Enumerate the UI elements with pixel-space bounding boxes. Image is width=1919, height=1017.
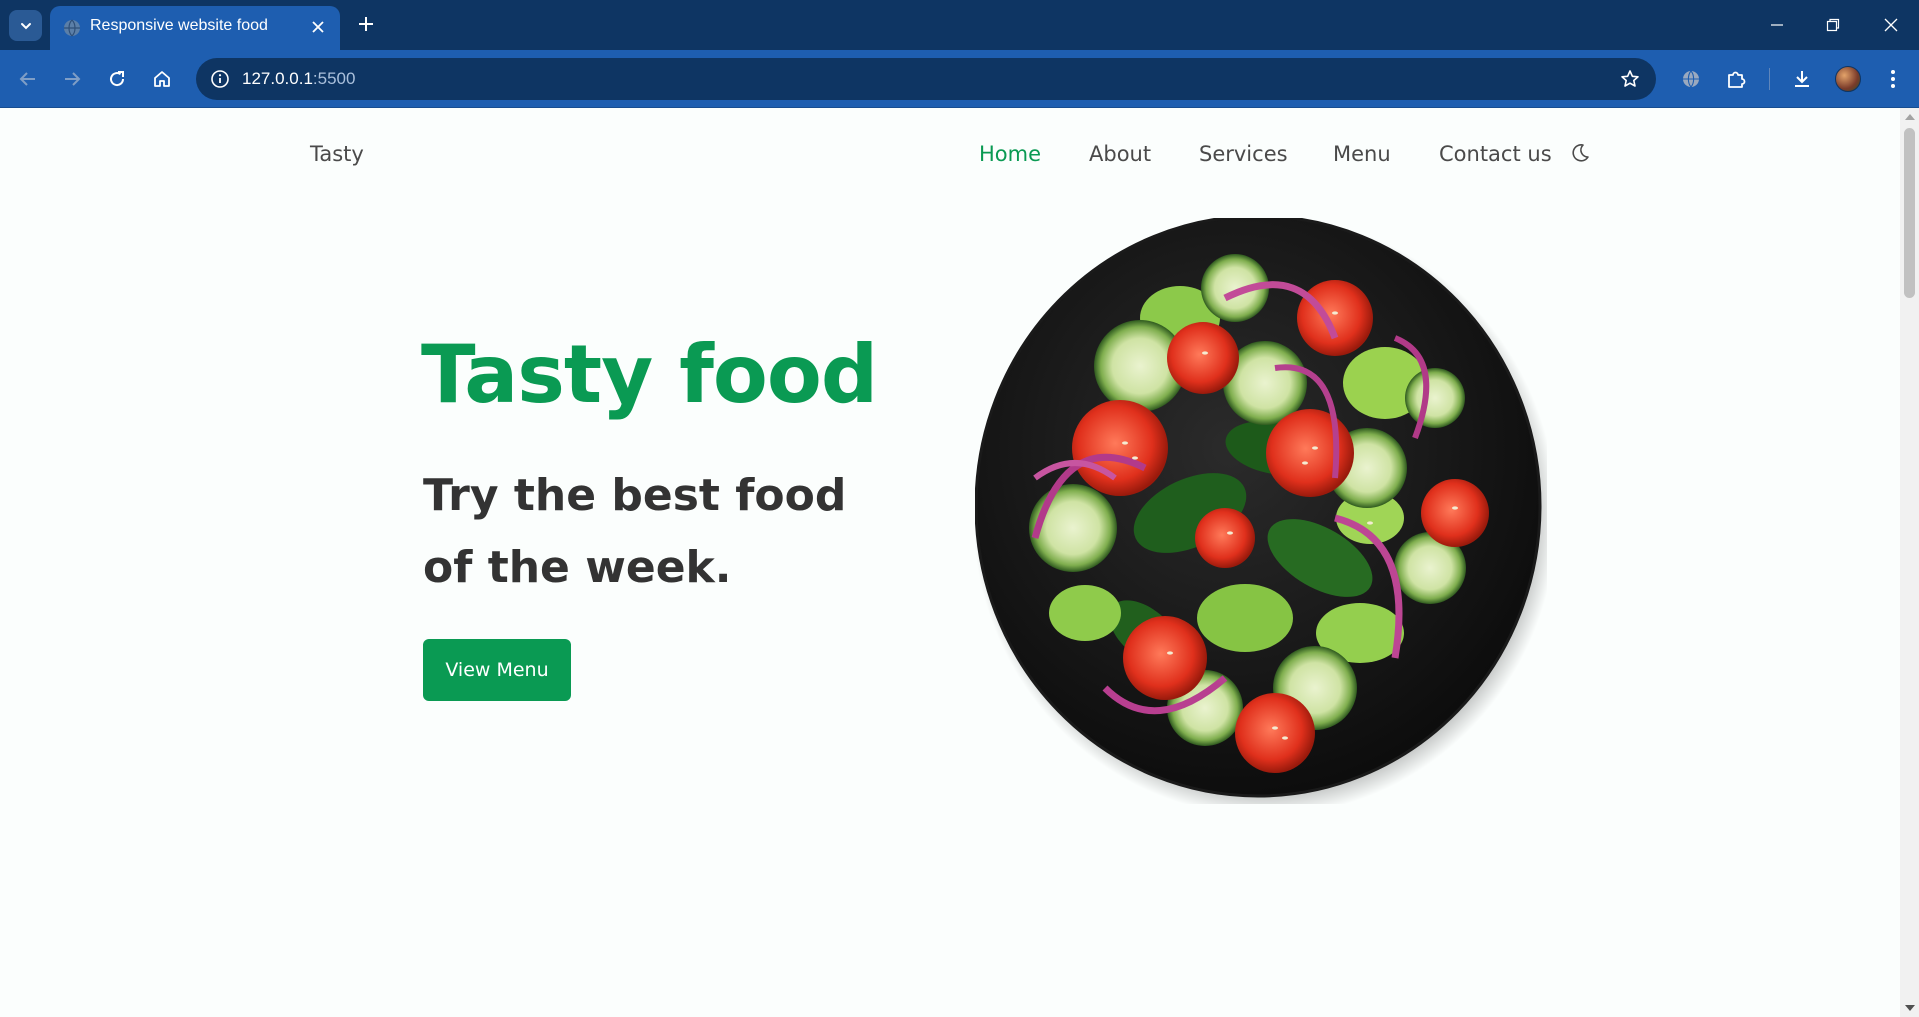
nav-home[interactable]: Home: [979, 142, 1041, 166]
view-menu-button[interactable]: View Menu: [423, 639, 571, 701]
chevron-down-icon: [20, 22, 31, 29]
window-close-button[interactable]: [1876, 12, 1906, 38]
reload-button[interactable]: [101, 63, 133, 95]
salad-bowl-image: [975, 218, 1547, 804]
hero-title: Tasty food: [421, 328, 878, 421]
tab-search-button[interactable]: [9, 10, 42, 41]
extensions-button[interactable]: [1720, 63, 1752, 95]
scroll-down-arrow[interactable]: [1905, 1005, 1915, 1011]
url-port: :5500: [312, 69, 356, 88]
tab-active[interactable]: Responsive website food: [50, 6, 340, 50]
home-button[interactable]: [146, 63, 178, 95]
nav-contact[interactable]: Contact us: [1439, 142, 1552, 166]
back-button[interactable]: [12, 63, 44, 95]
minimize-icon: [1771, 24, 1783, 26]
home-icon: [154, 71, 170, 87]
tab-title: Responsive website food: [90, 17, 268, 34]
forward-button[interactable]: [56, 63, 88, 95]
window-close-icon: [1884, 18, 1898, 32]
translate-button[interactable]: [1675, 63, 1707, 95]
browser-menu-button[interactable]: [1877, 63, 1909, 95]
translate-icon: [1683, 70, 1699, 88]
site-info-button[interactable]: [208, 67, 232, 91]
browser-toolbar: 127.0.0.1:5500: [0, 50, 1919, 108]
download-icon: [1795, 71, 1809, 87]
nav-menu[interactable]: Menu: [1333, 142, 1391, 166]
kebab-menu-icon: [1891, 70, 1895, 88]
moon-icon[interactable]: [1569, 142, 1591, 164]
close-icon: [312, 21, 324, 33]
globe-icon: [64, 19, 80, 37]
url-host: 127.0.0.1: [242, 69, 313, 88]
url-text: 127.0.0.1:5500: [242, 69, 355, 89]
restore-button[interactable]: [1818, 12, 1848, 38]
address-bar[interactable]: 127.0.0.1:5500: [196, 58, 1656, 100]
tab-close-button[interactable]: [306, 15, 330, 39]
hero-subtitle: Try the best food of the week.: [423, 470, 847, 593]
scroll-up-arrow[interactable]: [1905, 114, 1915, 120]
page-scrollbar[interactable]: [1900, 108, 1919, 1017]
page-viewport: Tasty Home About Services Menu Contact u…: [0, 108, 1900, 1017]
forward-icon: [65, 72, 81, 86]
site-logo[interactable]: Tasty: [310, 142, 364, 166]
nav-services[interactable]: Services: [1199, 142, 1288, 166]
downloads-button[interactable]: [1786, 63, 1818, 95]
reload-icon: [110, 71, 125, 87]
bookmark-button[interactable]: [1618, 67, 1642, 91]
tab-strip: Responsive website food: [0, 0, 1919, 50]
restore-icon: [1826, 18, 1840, 32]
minimize-button[interactable]: [1762, 12, 1792, 38]
back-icon: [19, 72, 35, 86]
nav-about[interactable]: About: [1089, 142, 1151, 166]
toolbar-separator: [1769, 68, 1770, 90]
extensions-icon: [1728, 71, 1746, 88]
info-icon: [211, 70, 229, 88]
star-icon: [1621, 70, 1639, 87]
scroll-thumb[interactable]: [1904, 128, 1915, 298]
avatar[interactable]: [1835, 66, 1861, 92]
new-tab-button[interactable]: [352, 10, 380, 38]
plus-icon: [359, 17, 373, 31]
